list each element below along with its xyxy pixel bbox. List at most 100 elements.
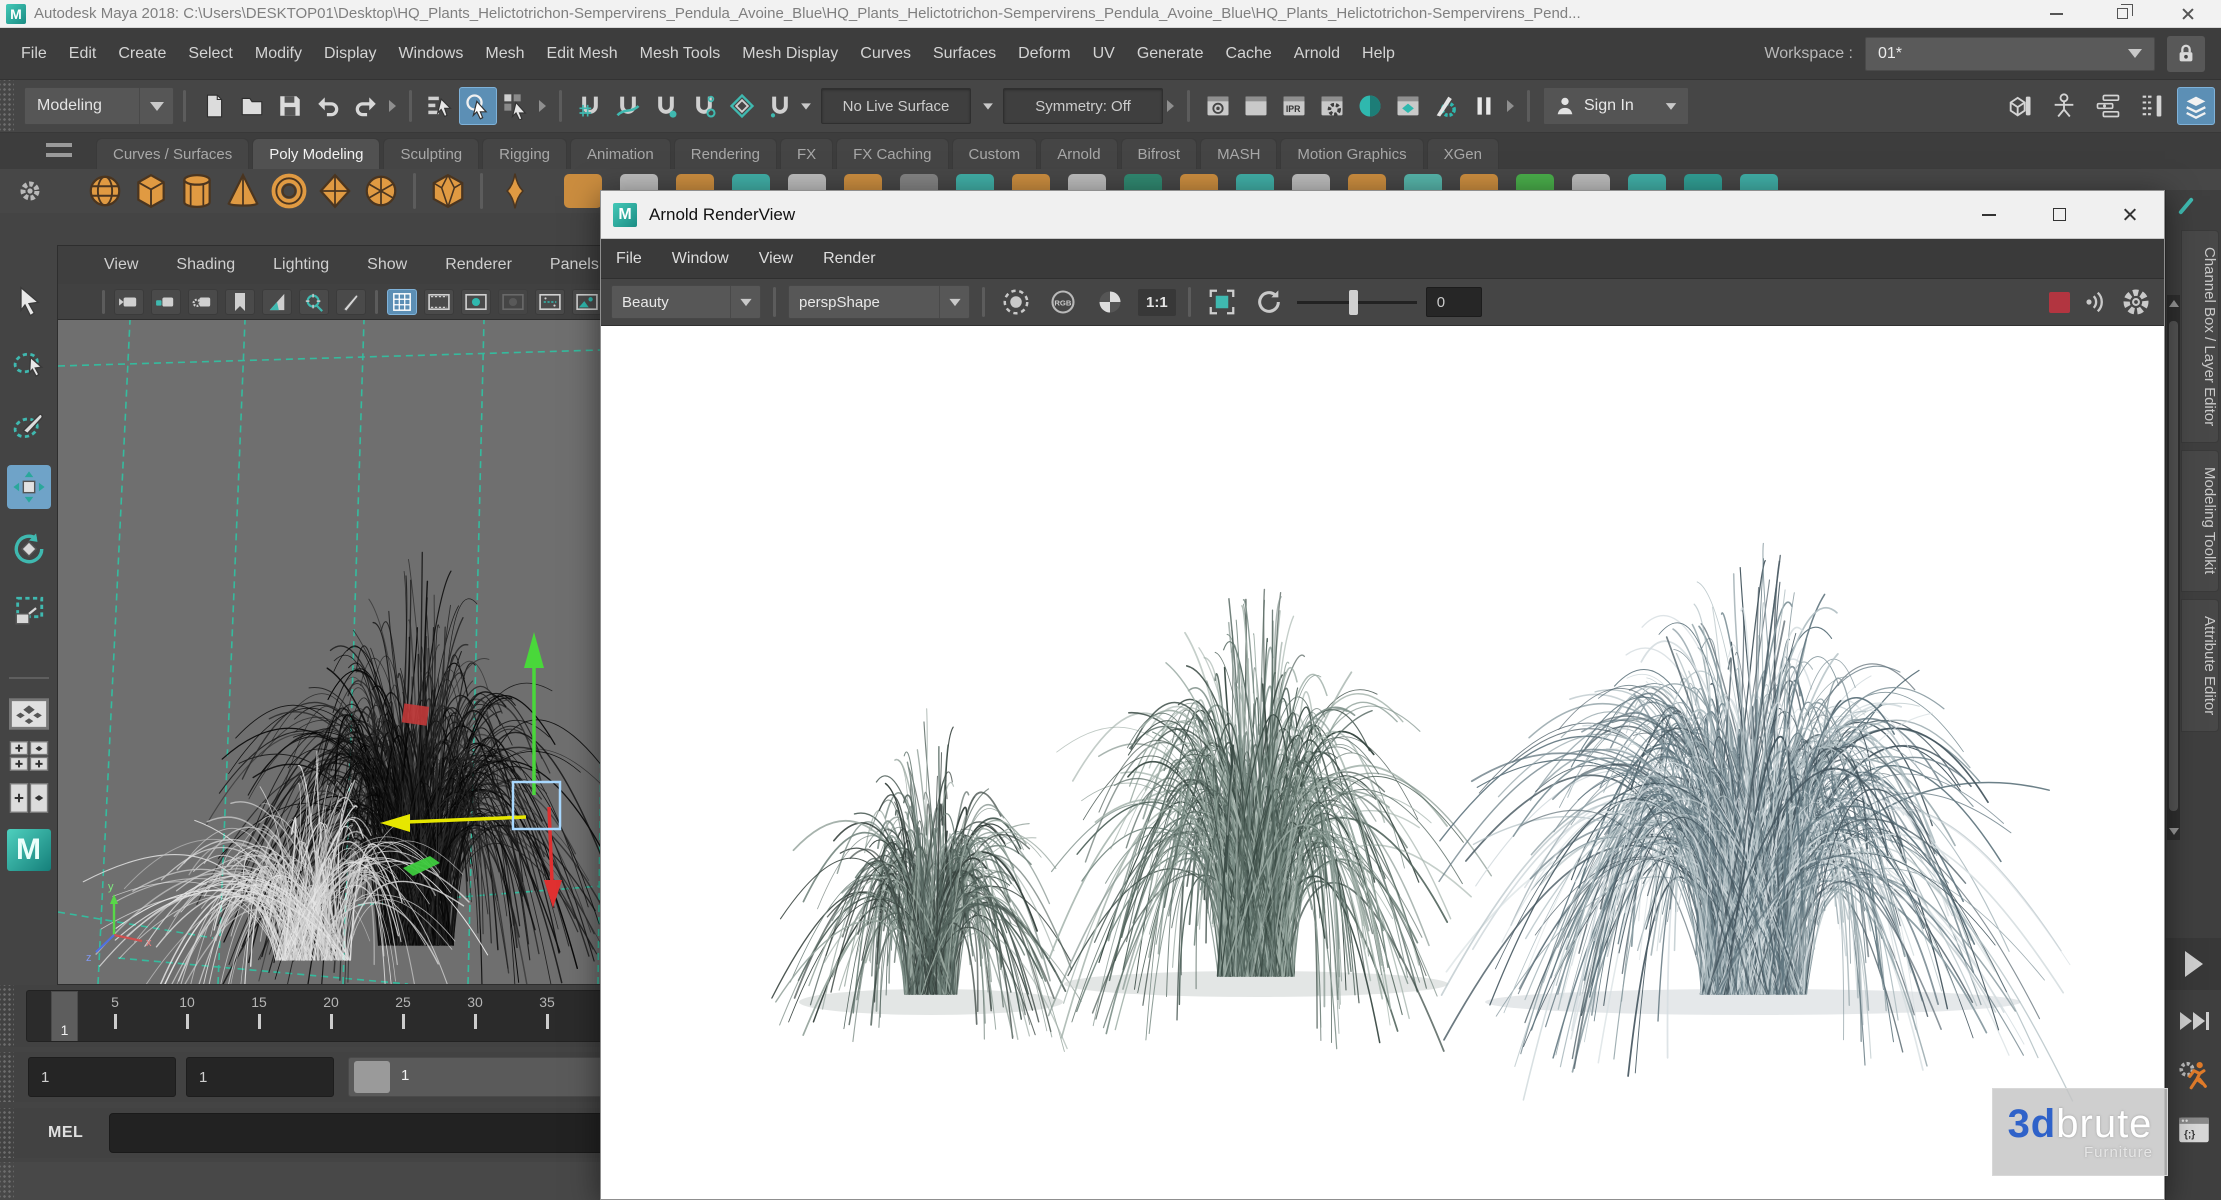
- menu-12[interactable]: Surfaces: [922, 28, 1007, 80]
- channel-box-toggle[interactable]: [2089, 87, 2127, 125]
- grid-toggle-button[interactable]: [387, 289, 417, 315]
- poly-cube-button[interactable]: [128, 171, 174, 211]
- shelf-tab-6[interactable]: FX: [780, 138, 833, 169]
- resolution-gate-button[interactable]: [461, 289, 491, 315]
- gear-icon[interactable]: [2122, 288, 2150, 316]
- select-object-button[interactable]: [459, 87, 497, 125]
- group-expand-arrow[interactable]: [539, 100, 546, 112]
- sign-in-button[interactable]: Sign In: [1543, 87, 1689, 125]
- select-hierarchy-button[interactable]: [421, 87, 459, 125]
- render-current-frame-button[interactable]: [1237, 87, 1275, 125]
- menu-18[interactable]: Help: [1351, 28, 1406, 80]
- shelf-menu-icon[interactable]: [46, 143, 72, 157]
- snap-curve-button[interactable]: [609, 87, 647, 125]
- viewport-menu-3[interactable]: Show: [367, 256, 407, 274]
- workspace-lock-button[interactable]: [2167, 36, 2205, 72]
- camera-attributes-button[interactable]: [188, 289, 218, 315]
- render-settings-button[interactable]: [1313, 87, 1351, 125]
- shelf-tab-5[interactable]: Rendering: [674, 138, 777, 169]
- render-image-area[interactable]: [601, 326, 2164, 1199]
- shelf-tab-10[interactable]: Bifrost: [1121, 138, 1198, 169]
- dock-tab-2[interactable]: Attribute Editor: [2181, 599, 2219, 732]
- group-expand-arrow[interactable]: [1507, 100, 1514, 112]
- shelf-tab-11[interactable]: MASH: [1200, 138, 1277, 169]
- renderview-minimize-button[interactable]: [1954, 191, 2024, 239]
- snap-grid-button[interactable]: [571, 87, 609, 125]
- display-region-button[interactable]: [1203, 283, 1241, 321]
- field-chart-button[interactable]: [535, 289, 565, 315]
- animation-start-field[interactable]: 1: [28, 1057, 176, 1097]
- shelf-tab-12[interactable]: Motion Graphics: [1280, 138, 1423, 169]
- safe-action-button[interactable]: [572, 289, 602, 315]
- menu-8[interactable]: Edit Mesh: [535, 28, 628, 80]
- grease-pencil-button[interactable]: [336, 289, 366, 315]
- poly-disc-button[interactable]: [358, 171, 404, 211]
- select-component-button[interactable]: [497, 87, 535, 125]
- minimize-button[interactable]: [2023, 0, 2089, 28]
- shelf-tab-7[interactable]: FX Caching: [836, 138, 948, 169]
- script-editor-button[interactable]: {;}: [2166, 1105, 2221, 1155]
- poly-sphere-button[interactable]: [82, 171, 128, 211]
- exposure-slider[interactable]: [1297, 301, 1417, 304]
- menu-1[interactable]: Edit: [58, 28, 108, 80]
- menu-10[interactable]: Mesh Display: [731, 28, 849, 80]
- status-line-grip[interactable]: [0, 80, 14, 132]
- time-slider-grip[interactable]: [0, 985, 14, 1047]
- poly-cone-button[interactable]: [220, 171, 266, 211]
- make-live-button[interactable]: [723, 87, 761, 125]
- current-frame-marker[interactable]: 1: [51, 991, 78, 1042]
- shelf-tab-9[interactable]: Arnold: [1040, 138, 1117, 169]
- renderview-menu-1[interactable]: Window: [657, 250, 744, 268]
- refresh-render-button[interactable]: [1250, 283, 1288, 321]
- hypershade-button[interactable]: [1389, 87, 1427, 125]
- broadcast-icon[interactable]: [2082, 288, 2110, 316]
- humanik-toggle[interactable]: [2045, 87, 2083, 125]
- go-to-end-button[interactable]: [2166, 998, 2221, 1044]
- close-button[interactable]: [2155, 0, 2221, 28]
- layer-editor-toggle[interactable]: [2177, 87, 2215, 125]
- toon-shader-button[interactable]: [1351, 87, 1389, 125]
- shelf-tab-0[interactable]: Curves / Surfaces: [96, 138, 249, 169]
- poly-cylinder-button[interactable]: [174, 171, 220, 211]
- lock-camera-button[interactable]: [151, 289, 181, 315]
- bookmark-button[interactable]: [225, 289, 255, 315]
- new-scene-button[interactable]: [195, 87, 233, 125]
- undo-button[interactable]: [309, 87, 347, 125]
- menu-0[interactable]: File: [10, 28, 58, 80]
- render-region-button[interactable]: [997, 283, 1035, 321]
- poly-plane-button[interactable]: [312, 171, 358, 211]
- renderview-menu-2[interactable]: View: [744, 250, 808, 268]
- help-line-grip[interactable]: [0, 1162, 14, 1200]
- group-expand-arrow[interactable]: [1167, 100, 1174, 112]
- menu-set-select[interactable]: Modeling: [24, 87, 174, 125]
- animation-preferences-button[interactable]: [2166, 1050, 2221, 1100]
- paint-select-tool[interactable]: [7, 403, 51, 447]
- layout-two-pane[interactable]: [9, 781, 49, 815]
- rgb-channel-button[interactable]: RGB: [1044, 283, 1082, 321]
- renderview-maximize-button[interactable]: [2024, 191, 2094, 239]
- menu-6[interactable]: Windows: [387, 28, 474, 80]
- scrollbar-thumb[interactable]: [2169, 321, 2178, 811]
- menu-4[interactable]: Modify: [244, 28, 313, 80]
- select-tool[interactable]: [7, 279, 51, 323]
- dock-scrollbar[interactable]: [2167, 295, 2180, 840]
- shelf-tab-8[interactable]: Custom: [952, 138, 1038, 169]
- chevron-down-icon[interactable]: [983, 103, 993, 109]
- edit-pencil-icon[interactable]: [2178, 197, 2194, 215]
- command-language-label[interactable]: MEL: [48, 1124, 83, 1142]
- image-plane-button[interactable]: [262, 289, 292, 315]
- chevron-down-icon[interactable]: [801, 103, 811, 109]
- shelf-tab-2[interactable]: Sculpting: [383, 138, 479, 169]
- snap-projected-center-button[interactable]: [685, 87, 723, 125]
- command-line-grip[interactable]: [0, 1108, 14, 1158]
- poly-torus-button[interactable]: [266, 171, 312, 211]
- viewport-menu-2[interactable]: Lighting: [273, 256, 329, 274]
- dock-tab-0[interactable]: Channel Box / Layer Editor: [2181, 230, 2219, 443]
- layout-four-view[interactable]: [9, 739, 49, 773]
- shelf-tab-13[interactable]: XGen: [1427, 138, 1499, 169]
- camera-select[interactable]: perspShape: [788, 285, 970, 319]
- 2d-pan-zoom-button[interactable]: [299, 289, 329, 315]
- pause-button[interactable]: [1465, 87, 1503, 125]
- viewport-menu-0[interactable]: View: [104, 256, 138, 274]
- exposure-field[interactable]: 0: [1426, 287, 1482, 317]
